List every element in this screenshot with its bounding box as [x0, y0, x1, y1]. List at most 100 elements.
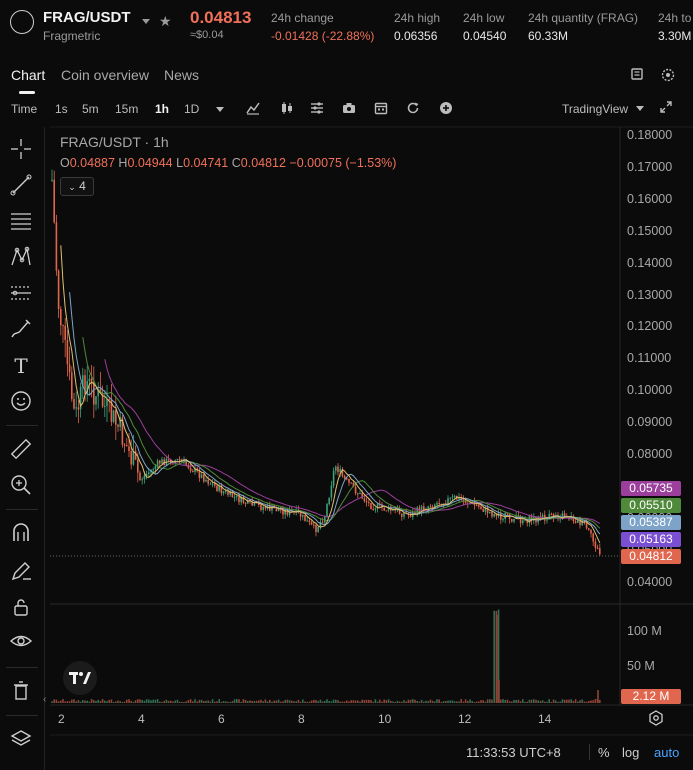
- candle-body: [277, 509, 280, 512]
- volume-bar: [416, 700, 418, 703]
- candle-body: [244, 502, 247, 504]
- candle-body: [453, 495, 456, 497]
- candle-body: [264, 506, 267, 509]
- candle-body: [332, 470, 335, 486]
- volume-bar: [588, 701, 590, 703]
- price-tag: 0.05163: [621, 532, 681, 547]
- volume-bar: [299, 701, 302, 703]
- log-toggle[interactable]: log: [622, 745, 639, 760]
- volume-bar: [310, 700, 313, 703]
- candle-body: [216, 485, 218, 491]
- candle-body: [143, 475, 146, 480]
- volume-bar: [62, 699, 64, 703]
- volume-bar: [420, 699, 423, 703]
- volume-bar: [55, 699, 58, 703]
- volume-bar: [53, 699, 55, 703]
- volume-bar: [275, 700, 278, 703]
- volume-bar: [194, 699, 196, 703]
- volume-bar: [277, 699, 280, 703]
- volume-bar: [170, 700, 172, 703]
- volume-bar: [198, 699, 201, 703]
- candle-body: [304, 514, 306, 522]
- auto-toggle[interactable]: auto: [654, 745, 679, 760]
- candle-body: [330, 485, 333, 498]
- candle-body: [172, 463, 174, 465]
- volume-bar: [317, 701, 319, 703]
- volume-bar: [511, 701, 513, 703]
- candle-body: [139, 472, 141, 481]
- volume-bar: [519, 701, 522, 703]
- indicators-toggle[interactable]: ⌄ 4: [60, 177, 94, 196]
- volume-bar: [572, 700, 575, 703]
- volume-bar: [167, 700, 170, 703]
- candle-body: [117, 424, 119, 427]
- candle-body: [592, 533, 594, 542]
- candle-body: [449, 497, 451, 499]
- candle-body: [374, 508, 377, 510]
- volume-bar: [187, 700, 190, 703]
- candle-body: [365, 501, 368, 503]
- volume-bar: [222, 701, 225, 703]
- candle-body: [207, 479, 209, 484]
- volume-bar: [216, 701, 218, 703]
- candle-body: [159, 460, 161, 464]
- volume-bar: [73, 699, 75, 703]
- volume-bar: [112, 701, 115, 703]
- candle-body: [385, 510, 388, 512]
- volume-bar: [594, 699, 597, 703]
- volume-bar: [205, 700, 207, 703]
- volume-bar: [350, 700, 352, 703]
- candle-body: [51, 179, 53, 181]
- candle-body: [90, 378, 93, 382]
- candle-body: [324, 516, 326, 523]
- candle-body: [489, 511, 491, 514]
- volume-bar: [282, 701, 284, 703]
- candle-body: [596, 547, 599, 549]
- volume-bar: [108, 699, 110, 703]
- axis-settings-icon[interactable]: [648, 710, 664, 731]
- volume-bar: [438, 699, 440, 703]
- tradingview-logo[interactable]: [63, 661, 97, 695]
- candle-body: [152, 469, 154, 471]
- volume-bar: [381, 701, 383, 703]
- volume-bar: [579, 700, 581, 703]
- candle-body: [372, 509, 374, 511]
- volume-bar: [84, 700, 86, 703]
- volume-bar: [251, 700, 253, 703]
- ohlc-close: 0.04812: [240, 156, 286, 170]
- volume-bar: [412, 699, 414, 703]
- volume-bar: [337, 700, 339, 703]
- candle-body: [363, 498, 366, 502]
- percent-toggle[interactable]: %: [598, 745, 610, 760]
- candle-body: [205, 479, 207, 482]
- candle-body: [148, 472, 150, 475]
- ohlc-low: 0.04741: [183, 156, 229, 170]
- volume-bar: [418, 701, 421, 703]
- time-tick: 8: [298, 712, 305, 726]
- volume-bar: [442, 701, 445, 703]
- volume-bar: [517, 699, 520, 703]
- volume-bar: [258, 700, 260, 703]
- volume-bar: [500, 699, 502, 703]
- volume-bar: [467, 700, 469, 703]
- price-chart[interactable]: [0, 0, 693, 770]
- volume-bar: [115, 701, 117, 703]
- volume-bar: [196, 701, 198, 703]
- volume-bar: [172, 701, 174, 703]
- candle-body: [368, 502, 370, 504]
- candle-body: [328, 497, 330, 505]
- clock[interactable]: 11:33:53 UTC+8: [466, 745, 561, 760]
- volume-bar: [550, 701, 553, 703]
- candle-body: [335, 466, 337, 471]
- volume-bar: [178, 701, 181, 703]
- volume-bar: [141, 699, 143, 703]
- candle-body: [161, 459, 163, 464]
- volume-bar: [119, 701, 121, 703]
- candle-body: [280, 509, 282, 511]
- price-tick: 0.12000: [627, 319, 673, 334]
- volume-bar: [453, 701, 456, 703]
- price-tick: 0.04000: [627, 574, 673, 589]
- volume-bar: [385, 700, 388, 703]
- volume-bar: [563, 699, 566, 703]
- volume-bar: [271, 701, 273, 703]
